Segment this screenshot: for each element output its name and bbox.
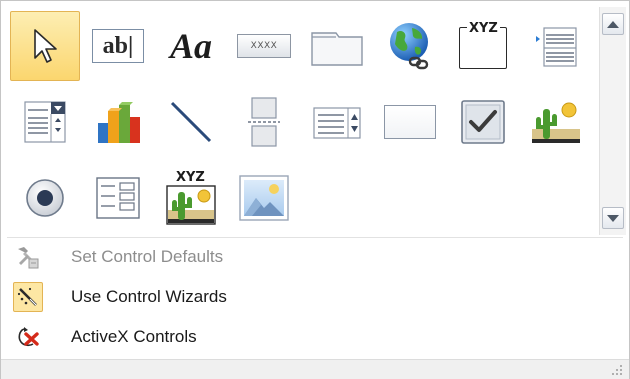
web-browser-icon-text: XYZ	[467, 21, 500, 36]
line-icon	[170, 101, 212, 143]
unbound-object-frame-tool[interactable]	[521, 87, 591, 157]
controls-gallery: ab| Aa XXXX XYZ XYZ	[7, 7, 597, 235]
bound-object-frame-icon: XYZ	[163, 170, 219, 226]
chart-icon	[98, 102, 140, 143]
button-icon: XXXX	[237, 34, 291, 58]
tab-control-tool[interactable]	[302, 11, 372, 81]
scroll-down-button[interactable]	[602, 207, 624, 229]
combo-box-icon	[24, 101, 66, 143]
label-tool[interactable]: Aa	[156, 11, 226, 81]
select-tool[interactable]	[10, 11, 80, 81]
list-box-tool[interactable]	[302, 87, 372, 157]
image-icon	[239, 175, 289, 221]
control-defaults-icon	[13, 242, 43, 272]
navigation-control-icon	[536, 27, 577, 67]
text-box-icon-text: ab|	[102, 32, 134, 59]
chevron-up-icon	[607, 20, 619, 28]
menu-item-activex-controls[interactable]: ActiveX Controls	[7, 319, 623, 355]
resize-grip-icon[interactable]	[611, 364, 623, 376]
controls-gallery-panel: ab| Aa XXXX XYZ XYZ Set Control Defaults…	[0, 0, 630, 379]
bound-object-picture	[166, 185, 216, 225]
gallery-separator	[7, 237, 623, 238]
label-icon: Aa	[169, 26, 212, 66]
image-tool[interactable]	[229, 163, 299, 233]
gallery-scrollbar[interactable]	[599, 7, 626, 235]
option-button-tool[interactable]	[10, 163, 80, 233]
combo-box-tool[interactable]	[10, 87, 80, 157]
control-wizards-icon	[13, 282, 43, 312]
menu-item-label: ActiveX Controls	[71, 327, 197, 346]
select-pointer-icon	[34, 29, 57, 63]
menu-item-label: Use Control Wizards	[71, 287, 227, 306]
scroll-up-button[interactable]	[602, 13, 624, 35]
list-box-icon	[313, 107, 361, 139]
chart-tool[interactable]	[83, 87, 153, 157]
menu-item-set-control-defaults[interactable]: Set Control Defaults	[7, 239, 623, 275]
text-box-icon: ab|	[92, 29, 144, 63]
menu-item-use-control-wizards[interactable]: Use Control Wizards	[7, 279, 623, 315]
navigation-control-tool[interactable]	[521, 11, 591, 81]
bound-object-frame-tool[interactable]: XYZ	[156, 163, 226, 233]
button-tool[interactable]: XXXX	[229, 11, 299, 81]
activex-controls-icon	[13, 322, 43, 352]
text-box-tool[interactable]: ab|	[83, 11, 153, 81]
menu-item-label: Set Control Defaults	[71, 247, 224, 266]
hyperlink-tool[interactable]	[375, 11, 445, 81]
subform-tool[interactable]	[83, 163, 153, 233]
button-icon-text: XXXX	[250, 41, 278, 51]
check-box-tool[interactable]	[448, 87, 518, 157]
rectangle-icon	[384, 105, 436, 139]
page-break-tool[interactable]	[229, 87, 299, 157]
subform-icon	[96, 177, 140, 219]
check-box-icon	[461, 100, 505, 144]
chevron-down-icon	[607, 214, 619, 222]
unbound-object-frame-icon	[532, 102, 580, 143]
hyperlink-icon	[390, 23, 429, 70]
page-break-icon	[248, 97, 280, 147]
web-browser-control-tool[interactable]: XYZ	[448, 11, 518, 81]
panel-footer	[1, 359, 629, 379]
line-tool[interactable]	[156, 87, 226, 157]
tab-control-icon	[311, 32, 363, 66]
option-button-icon	[26, 179, 64, 217]
web-browser-control-icon: XYZ	[456, 21, 510, 71]
rectangle-tool[interactable]	[375, 87, 445, 157]
bound-object-icon-text: XYZ	[176, 170, 205, 185]
